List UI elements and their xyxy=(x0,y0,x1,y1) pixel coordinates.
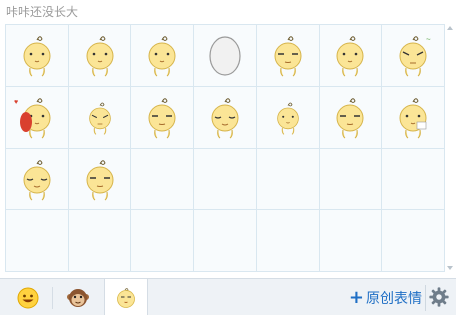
empty-cell xyxy=(194,210,257,272)
chick-cry-icon xyxy=(399,98,427,139)
chick-meh-icon xyxy=(336,98,364,139)
chick-content-icon xyxy=(23,160,51,201)
emoticon-cell[interactable] xyxy=(256,86,320,149)
emoticon-cell[interactable]: ♥ xyxy=(6,86,69,149)
scrollbar[interactable] xyxy=(446,24,454,272)
emoticon-cell[interactable] xyxy=(68,86,132,149)
empty-cell xyxy=(256,148,320,211)
bottom-bar: + 原创表情 xyxy=(0,278,456,315)
emoticon-cell[interactable] xyxy=(68,25,132,87)
empty-cell xyxy=(319,210,383,272)
emoticon-cell[interactable] xyxy=(194,86,257,149)
empty-cell xyxy=(6,210,69,272)
empty-cell xyxy=(131,148,195,211)
emoticon-cell[interactable] xyxy=(194,25,257,87)
emoticon-cell[interactable] xyxy=(131,86,195,149)
emoticon-cell[interactable] xyxy=(131,25,195,87)
emoticon-cell[interactable] xyxy=(319,86,383,149)
chick-cool-icon xyxy=(86,160,114,201)
panel-title: 咔咔还没长大 xyxy=(6,5,79,19)
plus-icon: + xyxy=(348,286,364,308)
svg-text:♥: ♥ xyxy=(14,99,18,106)
chick-standing-icon xyxy=(23,36,51,77)
empty-cell xyxy=(382,210,445,272)
smiley-face-icon xyxy=(17,287,39,308)
emoticon-cell[interactable] xyxy=(6,148,69,211)
gear-icon[interactable] xyxy=(428,286,450,308)
monkey-tab[interactable] xyxy=(56,279,100,315)
chick-lying-icon xyxy=(336,36,364,77)
egg-icon xyxy=(209,36,241,76)
emoticon-cell[interactable] xyxy=(382,86,445,149)
empty-cell xyxy=(131,210,195,272)
chick-side-icon xyxy=(86,36,114,77)
emoticon-cell[interactable] xyxy=(68,148,132,211)
monkey-face-icon xyxy=(67,288,89,307)
svg-text:~: ~ xyxy=(426,35,431,44)
chick-tab[interactable] xyxy=(104,279,148,315)
chick-smug-icon xyxy=(148,98,176,139)
create-original-emoticon-button[interactable]: + 原创表情 xyxy=(349,279,422,315)
smiley-tab[interactable] xyxy=(6,279,50,315)
empty-cell xyxy=(68,210,132,272)
empty-cell xyxy=(194,148,257,211)
chick-hug-icon: ♥ xyxy=(14,98,51,139)
chick-sleepy-icon xyxy=(211,98,239,139)
empty-cell xyxy=(256,210,320,272)
chick-squint-icon xyxy=(274,36,302,77)
chick-small-calm-icon xyxy=(276,102,299,135)
chick-sweat-icon: ~ xyxy=(399,35,431,77)
emoticon-cell[interactable] xyxy=(256,25,320,87)
chick-look-away-icon xyxy=(148,36,176,77)
create-original-label: 原创表情 xyxy=(366,290,422,307)
emoticon-grid: ~ ♥ xyxy=(5,24,445,272)
chick-face-icon xyxy=(117,287,135,308)
empty-cell xyxy=(382,148,445,211)
empty-cell xyxy=(319,148,383,211)
emoticon-cell[interactable] xyxy=(319,25,383,87)
chick-small-angry-icon xyxy=(88,102,111,135)
emoticon-cell[interactable] xyxy=(6,25,69,87)
emoticon-cell[interactable]: ~ xyxy=(382,25,445,87)
